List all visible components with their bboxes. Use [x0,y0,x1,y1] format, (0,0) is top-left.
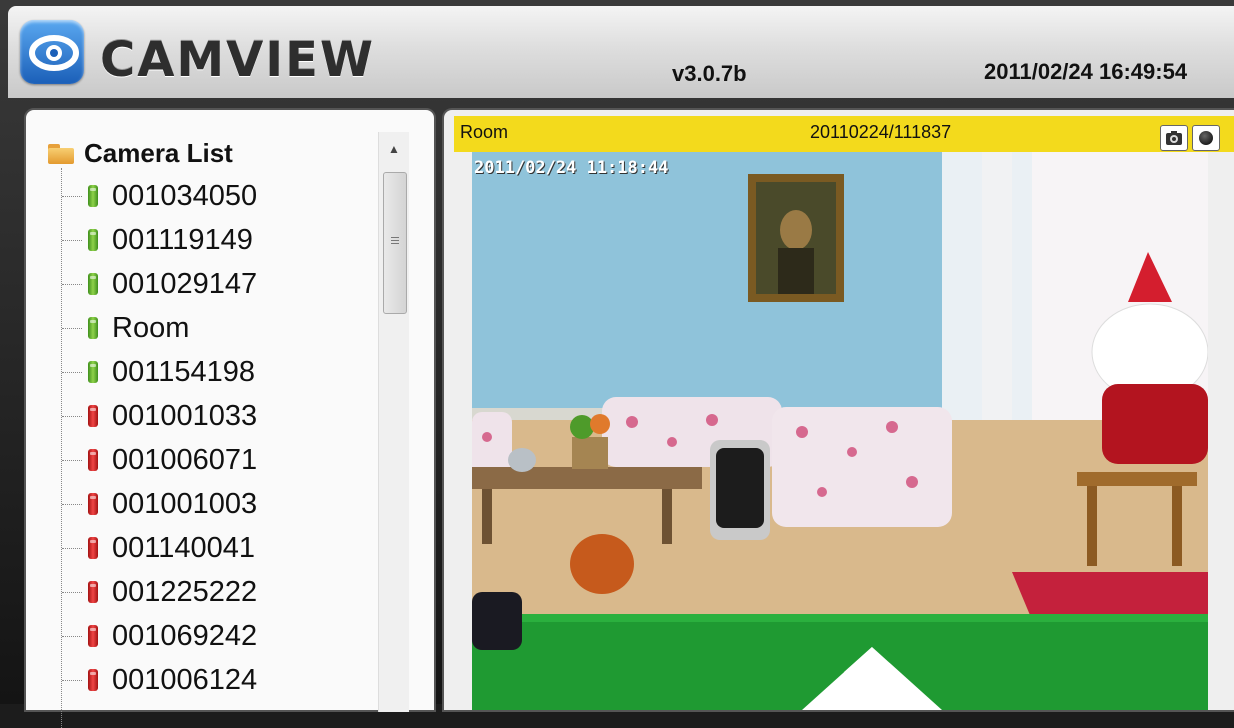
camview-logo-icon [20,20,84,84]
camera-label: 001001033 [112,399,258,432]
scroll-up-arrow-icon[interactable]: ▲ [379,132,409,166]
camera-item-001069242[interactable]: 001069242 [62,616,257,656]
camera-label: 001119149 [112,223,253,256]
camera-offline-icon [88,625,98,647]
grip-icon [391,237,399,238]
camera-list-scrollbar[interactable]: ▲ [378,132,409,712]
camera-online-icon [88,273,98,295]
camera-offline-icon [88,581,98,603]
camera-label: Room [112,311,190,344]
camera-offline-icon [88,537,98,559]
snapshot-button[interactable] [1160,125,1188,151]
camera-item-001034050[interactable]: 001034050 [62,176,257,216]
camera-label: 001154198 [112,355,256,388]
camera-label: 001034050 [112,179,258,212]
record-button[interactable] [1192,125,1220,151]
camera-list-title: Camera List [84,137,233,168]
camera-label: 001029147 [112,267,258,300]
camera-tree: Camera List 001034050 001119149 00102914… [48,128,378,728]
camera-item-001006071[interactable]: 001006071 [62,440,257,480]
camera-item-room[interactable]: Room [62,308,189,348]
app-logo-text: CAMVIEW [100,32,375,88]
record-icon [1199,131,1213,145]
camera-item-001154198[interactable]: 001154198 [62,352,255,392]
camera-online-icon [88,229,98,251]
viewer-camera-name: Room [460,122,509,142]
video-frame-image [472,152,1208,710]
camera-item-001029147[interactable]: 001029147 [62,264,257,304]
camera-label: 001001003 [112,487,258,520]
camera-item-001225222[interactable]: 001225222 [62,572,257,612]
camera-video-feed[interactable]: 2011/02/24 11:18:44 [472,152,1208,710]
camera-label: 001006124 [112,663,258,696]
camera-offline-icon [88,405,98,427]
app-version: v3.0.7b [672,61,747,86]
video-osd-timestamp: 2011/02/24 11:18:44 [474,158,669,178]
video-viewer-panel: Room 20110224/111837 2011/02/24 11:18:44 [442,108,1234,712]
camera-item-001119149[interactable]: 001119149 [62,220,253,260]
camera-online-icon [88,317,98,339]
camera-online-icon [88,185,98,207]
header-bar: CAMVIEW v3.0.7b 2011/02/24 16:49:54 [8,6,1234,98]
camera-title-bar: Room 20110224/111837 [454,116,1234,152]
camera-list-root[interactable]: Camera List [48,136,233,170]
folder-icon [48,142,74,164]
viewer-recording-id: 20110224/111837 [810,122,952,142]
current-datetime: 2011/02/24 16:49:54 [984,59,1188,84]
camera-online-icon [88,361,98,383]
camera-item-001001033[interactable]: 001001033 [62,396,257,436]
camera-offline-icon [88,449,98,471]
camera-offline-icon [88,493,98,515]
camera-label: 001140041 [112,531,256,564]
camera-icon [1166,131,1182,145]
camera-item-001001003[interactable]: 001001003 [62,484,257,524]
camera-offline-icon [88,669,98,691]
camera-label: 001225222 [112,575,258,608]
camera-list-panel: Camera List 001034050 001119149 00102914… [24,108,436,728]
camera-item-001006124[interactable]: 001006124 [62,660,257,700]
camera-item-001140041[interactable]: 001140041 [62,528,255,568]
camera-label: 001006071 [112,443,258,476]
scrollbar-thumb[interactable] [383,172,407,314]
camera-label: 001069242 [112,619,258,652]
